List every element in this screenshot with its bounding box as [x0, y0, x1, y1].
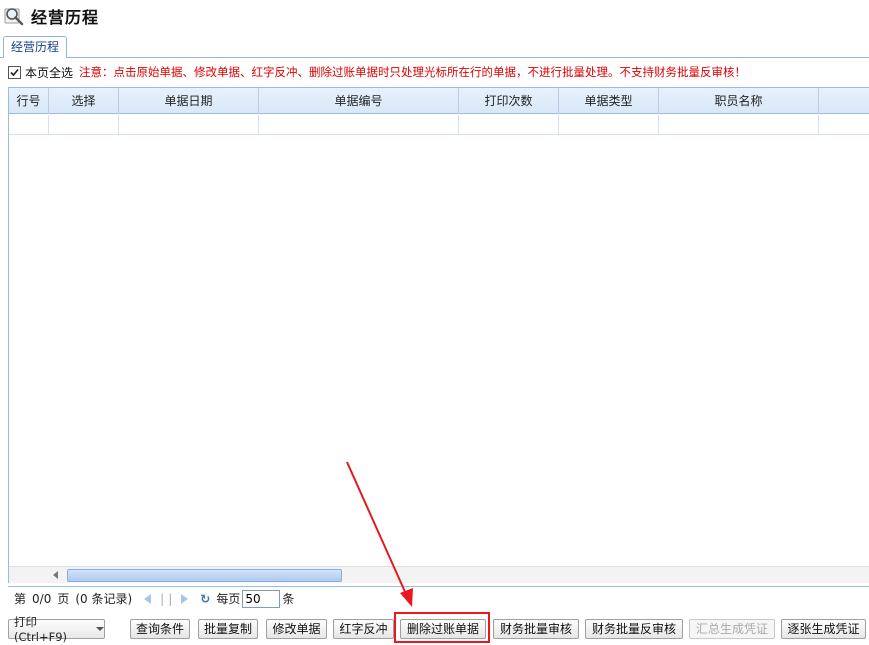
pager-page-prefix: 第	[14, 592, 27, 606]
print-dropdown-button[interactable]: 打印(Ctrl+F9)	[8, 615, 105, 644]
col-header-date[interactable]: 单据日期	[119, 88, 259, 114]
summary-voucher-button[interactable]: 汇总生成凭证	[689, 619, 775, 639]
finance-batch-unaudit-button[interactable]: 财务批量反审核	[585, 619, 683, 639]
col-header-select[interactable]: 选择	[49, 88, 119, 114]
red-reversal-button[interactable]: 红字反冲	[333, 619, 394, 639]
per-page-unit: 条	[282, 592, 295, 606]
table-row[interactable]	[9, 115, 869, 135]
pager-record-count: (0 条记录)	[75, 592, 133, 606]
col-header-doc-type[interactable]: 单据类型	[559, 88, 659, 114]
prev-page-icon[interactable]	[141, 592, 155, 606]
col-header-row-number[interactable]: 行号	[9, 88, 49, 114]
select-all-checkbox[interactable]	[8, 65, 21, 79]
records-grid: 行号 选择 单据日期 单据编号 打印次数 单据类型 职员名称	[8, 87, 869, 583]
pager-page-value: 0/0	[32, 591, 52, 606]
pager-page-suffix: 页	[57, 592, 70, 606]
batch-copy-button[interactable]: 批量复制	[198, 619, 258, 639]
notice-text: 注意：点击原始单据、修改单据、红字反冲、删除过账单据时只处理光标所在行的单据，不…	[79, 65, 747, 79]
tab-strip: 经营历程	[0, 36, 869, 58]
select-all-label[interactable]: 本页全选	[25, 64, 73, 81]
edit-document-button[interactable]: 修改单据	[266, 619, 327, 639]
col-header-doc-number[interactable]: 单据编号	[259, 88, 459, 114]
check-icon	[10, 68, 19, 76]
notice-row: 本页全选 注意：点击原始单据、修改单据、红字反冲、删除过账单据时只处理光标所在行…	[8, 62, 746, 82]
refresh-icon[interactable]: ↻	[200, 592, 210, 606]
next-page-icon[interactable]	[177, 592, 191, 606]
annotation-highlight-box	[394, 612, 490, 643]
grid-header: 行号 选择 单据日期 单据编号 打印次数 单据类型 职员名称	[9, 88, 869, 114]
chevron-down-icon	[96, 627, 104, 631]
col-header-extra[interactable]	[819, 88, 869, 114]
tab-history[interactable]: 经营历程	[3, 36, 68, 58]
scroll-left-icon[interactable]	[53, 571, 58, 579]
col-header-print-count[interactable]: 打印次数	[459, 88, 559, 114]
horizontal-scrollbar[interactable]	[9, 566, 869, 583]
title-bar: 经营历程	[0, 0, 869, 32]
query-conditions-button[interactable]: 查询条件	[130, 619, 190, 639]
pager: 第 0/0 页 (0 条记录) | | ↻ 每页 条	[8, 586, 869, 610]
scrollbar-thumb[interactable]	[67, 569, 342, 582]
page-size-input[interactable]	[242, 589, 281, 608]
col-header-employee[interactable]: 职员名称	[659, 88, 819, 114]
finance-batch-audit-button[interactable]: 财务批量审核	[493, 619, 579, 639]
print-button-label: 打印(Ctrl+F9)	[14, 615, 68, 644]
per-page-label: 每页	[216, 592, 241, 606]
magnifier-icon	[3, 4, 27, 28]
page-title: 经营历程	[31, 8, 100, 27]
single-voucher-button[interactable]: 逐张生成凭证	[781, 619, 866, 639]
pager-separator: |	[160, 591, 165, 606]
pager-separator: |	[168, 591, 173, 606]
